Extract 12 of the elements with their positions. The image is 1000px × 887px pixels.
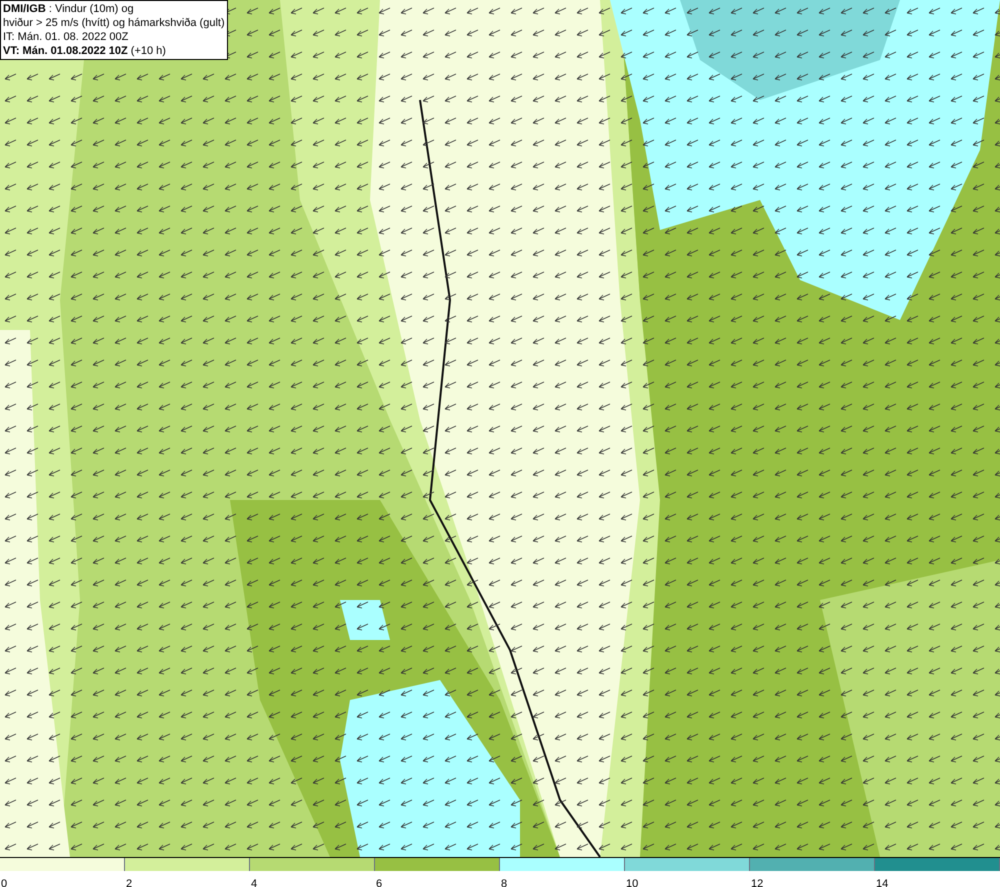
legend-label: 2	[126, 878, 132, 887]
legend-label: 6	[376, 878, 382, 887]
title-line: hviður > 25 m/s (hvítt) og hámarkshviða (gult)	[3, 16, 225, 30]
legend-label: 0	[1, 878, 8, 887]
legend-label: 12	[751, 878, 764, 887]
legend-label: 10	[626, 878, 638, 887]
legend-label: 8	[501, 878, 508, 887]
legend-label: 14	[876, 878, 888, 887]
title-line: DMI/IGB : Vindur (10m) og	[3, 2, 135, 16]
legend-label: 4	[251, 878, 258, 887]
title-line: IT: Mán. 01. 08. 2022 00Z	[3, 30, 130, 44]
title-line: VT: Mán. 01.08.2022 10Z (+10 h)	[3, 44, 167, 58]
